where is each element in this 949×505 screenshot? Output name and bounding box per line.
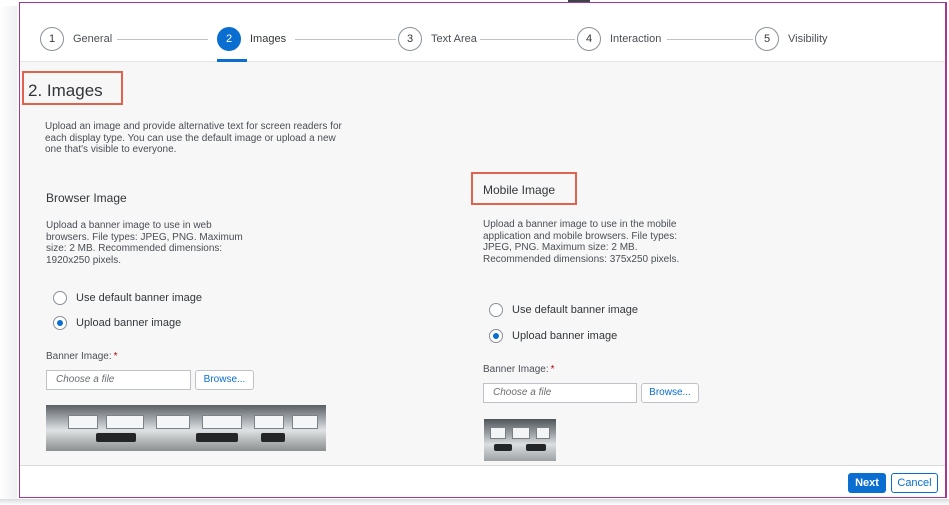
step-number: 2 bbox=[217, 27, 241, 51]
radio-label: Use default banner image bbox=[76, 292, 202, 304]
field-label-text: Banner Image: bbox=[483, 364, 549, 375]
step-connector bbox=[667, 39, 753, 40]
step-number: 1 bbox=[40, 27, 64, 51]
step-label: General bbox=[73, 33, 113, 45]
radio-button[interactable] bbox=[489, 303, 503, 317]
radio-button-selected[interactable] bbox=[53, 316, 67, 330]
step-label: Images bbox=[250, 33, 287, 45]
wizard-step-images[interactable]: 2 Images bbox=[217, 27, 286, 51]
required-mark: * bbox=[550, 364, 555, 375]
wizard-step-interaction[interactable]: 4 Interaction bbox=[577, 27, 661, 51]
browser-image-description: Upload a banner image to use in web brow… bbox=[46, 220, 243, 266]
mobile-radio-upload[interactable]: Upload banner image bbox=[489, 328, 617, 344]
browser-image-title: Browser Image bbox=[46, 191, 127, 205]
radio-label: Upload banner image bbox=[76, 317, 182, 329]
wizard-step-visibility[interactable]: 5 Visibility bbox=[755, 27, 828, 51]
browser-file-input[interactable]: Choose a file bbox=[46, 370, 191, 390]
wizard-progress-bar: 1 General 2 Images 3 Text Area 4 Interac… bbox=[20, 3, 945, 62]
browser-browse-button[interactable]: Browse... bbox=[195, 370, 254, 390]
section-description: Upload an image and provide alternative … bbox=[45, 121, 342, 156]
active-step-indicator bbox=[217, 59, 247, 62]
step-label: Visibility bbox=[788, 33, 828, 45]
mobile-file-input[interactable]: Choose a file bbox=[483, 383, 637, 403]
wizard-footer: Next Cancel bbox=[20, 465, 945, 497]
field-label-text: Banner Image: bbox=[46, 351, 112, 362]
mobile-banner-preview bbox=[484, 419, 556, 461]
cancel-button[interactable]: Cancel bbox=[891, 473, 938, 493]
next-button[interactable]: Next bbox=[848, 473, 886, 493]
mobile-image-title: Mobile Image bbox=[483, 183, 556, 197]
radio-button-selected[interactable] bbox=[489, 329, 503, 343]
browser-banner-preview bbox=[46, 405, 326, 451]
step-number: 3 bbox=[398, 27, 422, 51]
wizard-dialog: 1 General 2 Images 3 Text Area 4 Interac… bbox=[19, 2, 947, 498]
bottom-shadow bbox=[0, 499, 949, 505]
step-connector bbox=[117, 39, 208, 40]
step-number: 5 bbox=[755, 27, 779, 51]
left-shadow bbox=[0, 6, 17, 500]
wizard-step-general[interactable]: 1 General bbox=[40, 27, 112, 51]
browser-radio-upload[interactable]: Upload banner image bbox=[53, 315, 181, 331]
wizard-content: 2. Images Upload an image and provide al… bbox=[20, 63, 945, 465]
step-label: Interaction bbox=[610, 33, 662, 45]
step-connector bbox=[295, 39, 396, 40]
mobile-image-description: Upload a banner image to use in the mobi… bbox=[483, 219, 680, 265]
step-connector bbox=[480, 39, 575, 40]
radio-button[interactable] bbox=[53, 291, 67, 305]
mobile-browse-button[interactable]: Browse... bbox=[641, 383, 699, 403]
browser-radio-default[interactable]: Use default banner image bbox=[53, 290, 202, 306]
step-label: Text Area bbox=[431, 33, 477, 45]
radio-label: Upload banner image bbox=[512, 330, 618, 342]
wizard-step-text-area[interactable]: 3 Text Area bbox=[398, 27, 477, 51]
browser-banner-label: Banner Image: * bbox=[46, 351, 118, 362]
step-number: 4 bbox=[577, 27, 601, 51]
required-mark: * bbox=[113, 351, 118, 362]
radio-label: Use default banner image bbox=[512, 304, 638, 316]
section-title: 2. Images bbox=[28, 81, 103, 100]
mobile-banner-label: Banner Image: * bbox=[483, 364, 555, 375]
mobile-radio-default[interactable]: Use default banner image bbox=[489, 302, 638, 318]
